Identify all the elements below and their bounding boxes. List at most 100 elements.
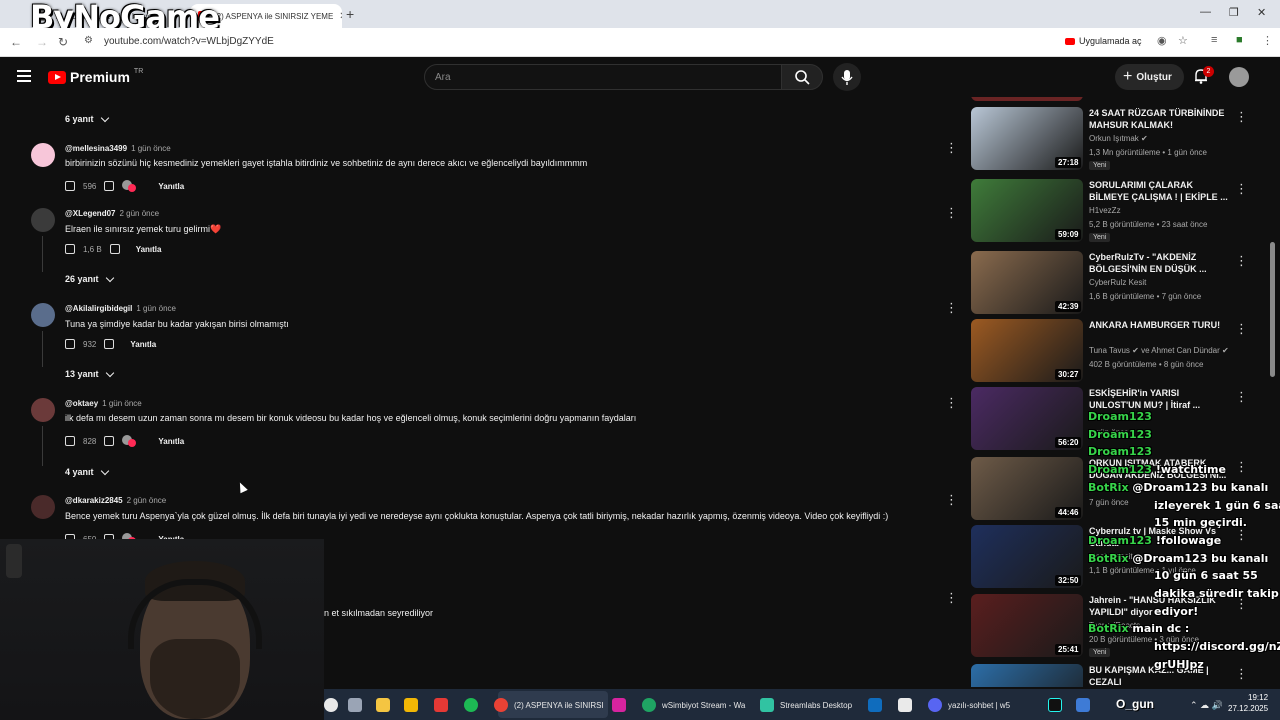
back-icon[interactable]: ← <box>10 35 22 49</box>
comment-menu-icon[interactable] <box>945 590 958 606</box>
reply-button[interactable]: Yanıtla <box>158 437 184 446</box>
close-tab-icon[interactable]: ✕ <box>339 11 342 22</box>
app-icon-outlook[interactable] <box>868 697 882 713</box>
comment-actions: 828 Yanıtla <box>65 435 184 447</box>
system-clock[interactable]: 19:12 27.12.2025 <box>1228 692 1268 714</box>
spotify-icon[interactable] <box>464 697 478 713</box>
dislike-icon[interactable] <box>104 436 115 446</box>
taskbar-label: Streamlabs Desktop <box>780 700 853 710</box>
taskbar-item-streamlabs[interactable]: Streamlabs Desktop <box>760 697 852 713</box>
dislike-icon[interactable] <box>104 339 115 349</box>
avatar[interactable] <box>31 303 55 327</box>
video-title[interactable]: SORULARIMI ÇALARAK BİLMEYE ÇALIŞMA ! | E… <box>1089 179 1229 203</box>
youtube-play-icon <box>48 70 66 84</box>
explorer-icon[interactable] <box>376 697 390 713</box>
store-icon[interactable] <box>404 697 418 713</box>
dislike-icon[interactable] <box>109 244 120 254</box>
comment-author[interactable]: @Akilalirgibidegil 1 gün önce <box>65 304 176 313</box>
site-info-icon[interactable]: ⚙ <box>84 35 93 46</box>
reload-icon[interactable]: ↻ <box>58 35 68 49</box>
account-avatar[interactable] <box>1229 67 1249 87</box>
reply-button[interactable]: Yanıtla <box>130 340 156 349</box>
scrollbar[interactable] <box>1270 242 1275 377</box>
video-title[interactable]: 24 SAAT RÜZGAR TÜRBİNİNDE MAHSUR KALMAK! <box>1089 107 1229 131</box>
bookmark-star-icon[interactable]: ☆ <box>1178 34 1188 47</box>
video-card[interactable]: 27:18 24 SAAT RÜZGAR TÜRBİNİNDE MAHSUR KA… <box>971 107 1256 171</box>
avatar[interactable] <box>31 143 55 167</box>
taskbar-item-discord[interactable]: yazılı-sohbet | w5 <box>928 697 1010 713</box>
search-input[interactable]: Ara <box>424 64 782 90</box>
restore-icon[interactable]: ❐ <box>1229 6 1239 19</box>
taskbar-item-edge[interactable]: wSimbiyot Stream - Wa <box>642 697 745 713</box>
video-channel[interactable]: CyberRulz Kesit <box>1089 278 1146 287</box>
minimize-icon[interactable]: — <box>1200 6 1211 18</box>
avatar[interactable] <box>31 495 55 519</box>
comment-menu-icon[interactable] <box>945 205 958 221</box>
youtube-logo[interactable]: Premium TR <box>48 68 143 85</box>
comment-text: Bence yemek turu Aspenya`yla çok güzel o… <box>65 511 889 521</box>
tiktok-icon[interactable] <box>1048 697 1062 713</box>
forward-icon[interactable]: → <box>36 35 48 49</box>
chat-text: !watchtime <box>1155 463 1226 477</box>
video-card[interactable]: 59:09 SORULARIMI ÇALARAK BİLMEYE ÇALIŞMA … <box>971 179 1256 243</box>
new-tab-button[interactable]: + <box>346 6 354 22</box>
comment-menu-icon[interactable] <box>945 140 958 156</box>
video-title[interactable]: CyberRulzTv - "AKDENİZ BÖLGESİ'NİN EN DÜ… <box>1089 251 1229 275</box>
video-channel[interactable]: Tuna Tavus ✔ ve Ahmet Can Dündar ✔ <box>1089 346 1229 355</box>
taskbar-item-chrome[interactable]: (2) ASPENYA ile SINIRSI <box>494 697 604 713</box>
browser-menu-icon[interactable]: ⋮ <box>1262 34 1273 47</box>
replies-toggle[interactable]: 26 yanıt <box>65 273 114 284</box>
comment-author[interactable]: @XLegend07 2 gün önce <box>65 209 159 218</box>
menu-icon[interactable] <box>17 70 31 82</box>
video-card[interactable]: 42:39 CyberRulzTv - "AKDENİZ BÖLGESİ'NİN … <box>971 251 1256 315</box>
youtube-app-icon[interactable] <box>434 697 448 713</box>
chat-text: ediyor! <box>1154 604 1199 618</box>
reply-button[interactable]: Yanıtla <box>136 245 162 254</box>
comment-menu-icon[interactable] <box>945 395 958 411</box>
replies-toggle[interactable]: 4 yanıt <box>65 466 109 477</box>
app-icon-1[interactable] <box>324 697 338 713</box>
replies-toggle[interactable]: 6 yanıt <box>65 113 109 124</box>
video-thumbnail-partial[interactable] <box>971 97 1083 101</box>
open-in-app-button[interactable]: Uygulamada aç <box>1065 36 1142 46</box>
close-window-icon[interactable]: ✕ <box>1257 6 1266 19</box>
media-control-icon[interactable]: ≡ <box>1211 34 1217 46</box>
video-menu-icon[interactable]: ⋮ <box>1235 389 1248 405</box>
instagram-icon[interactable] <box>612 697 626 713</box>
video-card[interactable]: 30:27 ANKARA HAMBURGER TURU! Tuna Tavus ✔ … <box>971 319 1256 383</box>
video-thumbnail[interactable] <box>971 664 1083 687</box>
avatar[interactable] <box>31 208 55 232</box>
search-button[interactable] <box>781 64 823 90</box>
like-count: 932 <box>83 339 97 349</box>
video-menu-icon[interactable]: ⋮ <box>1235 181 1248 197</box>
eye-off-icon[interactable]: ◉ <box>1157 34 1167 47</box>
system-tray-icons[interactable]: ⌃ ☁ 🔊 <box>1190 697 1223 713</box>
video-menu-icon[interactable]: ⋮ <box>1235 109 1248 125</box>
url-field[interactable]: youtube.com/watch?v=WLbjDgZYYdE <box>104 36 274 47</box>
comment-author[interactable]: @oktaey 1 gün önce <box>65 399 142 408</box>
comment-author[interactable]: @dkarakiz2845 2 gün önce <box>65 496 166 505</box>
comment-author[interactable]: @mellesina3499 1 gün önce <box>65 144 171 153</box>
like-icon[interactable] <box>65 244 75 254</box>
avatar[interactable] <box>31 398 55 422</box>
taskview-icon[interactable] <box>348 697 362 713</box>
voice-search-button[interactable] <box>833 63 861 91</box>
comment-menu-icon[interactable] <box>945 492 958 508</box>
like-icon[interactable] <box>65 339 75 349</box>
dislike-icon[interactable] <box>104 181 115 191</box>
video-menu-icon[interactable]: ⋮ <box>1235 253 1248 269</box>
video-channel[interactable]: H1vezZz <box>1089 206 1121 215</box>
extension-icon[interactable]: ■ <box>1236 34 1243 46</box>
create-button[interactable]: + Oluştur <box>1115 64 1184 90</box>
comment-menu-icon[interactable] <box>945 300 958 316</box>
like-icon[interactable] <box>65 181 75 191</box>
app-icon-blue[interactable] <box>1076 697 1090 713</box>
reply-button[interactable]: Yanıtla <box>158 182 184 191</box>
video-channel[interactable]: Orkun Işıtmak ✔ <box>1089 134 1148 143</box>
video-title[interactable]: ANKARA HAMBURGER TURU! <box>1089 319 1229 331</box>
app-icon-capcut[interactable] <box>898 697 912 713</box>
video-menu-icon[interactable]: ⋮ <box>1235 321 1248 337</box>
like-icon[interactable] <box>65 436 75 446</box>
replies-toggle[interactable]: 13 yanıt <box>65 368 114 379</box>
replies-count: 4 yanıt <box>65 467 94 477</box>
